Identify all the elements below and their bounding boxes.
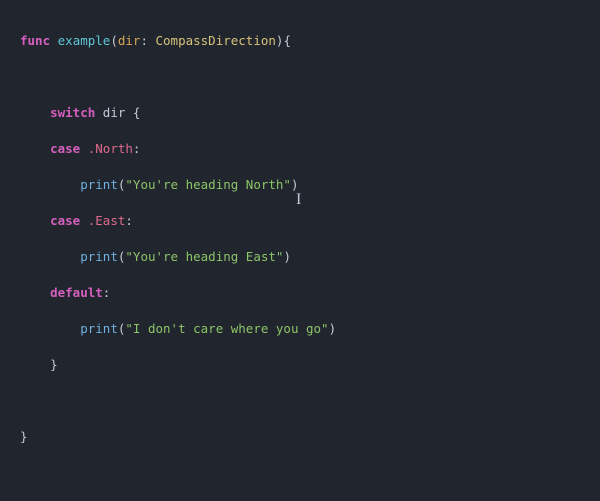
keyword-case: case [50, 213, 80, 228]
indent [20, 357, 50, 372]
code-line: } [20, 428, 600, 446]
brace: { [125, 105, 140, 120]
switch-var: dir [103, 105, 126, 120]
colon: : [103, 285, 111, 300]
function-name: example [58, 33, 111, 48]
param-type: CompassDirection [156, 33, 276, 48]
param-name: dir [118, 33, 141, 48]
code-line: print("You're heading East") [20, 248, 600, 266]
string-literal: "You're heading North" [125, 177, 291, 192]
colon: : [140, 33, 155, 48]
indent [20, 177, 80, 192]
code-line: case .North: [20, 140, 600, 158]
close-paren: ) [291, 177, 299, 192]
print-call: print [80, 321, 118, 336]
text-cursor-icon: I [296, 192, 301, 208]
keyword-default: default [50, 285, 103, 300]
keyword-func: func [20, 33, 50, 48]
print-call: print [80, 249, 118, 264]
code-line: print("I don't care where you go") [20, 320, 600, 338]
open-paren: ( [110, 33, 118, 48]
case-value: .East [80, 213, 125, 228]
indent [20, 105, 50, 120]
indent [20, 213, 50, 228]
close-brace: } [20, 429, 28, 444]
code-editor[interactable]: func example(dir: CompassDirection){ swi… [0, 0, 600, 501]
indent [20, 141, 50, 156]
code-line: default: [20, 284, 600, 302]
close-brace: } [50, 357, 58, 372]
space [50, 33, 58, 48]
indent [20, 321, 80, 336]
close-paren-brace: ){ [276, 33, 291, 48]
keyword-switch: switch [50, 105, 95, 120]
close-paren: ) [329, 321, 337, 336]
keyword-case: case [50, 141, 80, 156]
code-line: } [20, 356, 600, 374]
string-literal: "You're heading East" [125, 249, 283, 264]
close-paren: ) [283, 249, 291, 264]
code-line [20, 68, 600, 86]
code-line [20, 392, 600, 410]
colon: : [125, 213, 133, 228]
indent [20, 249, 80, 264]
space [95, 105, 103, 120]
case-value: .North [80, 141, 133, 156]
code-line: switch dir { [20, 104, 600, 122]
code-line: func example(dir: CompassDirection){ [20, 32, 600, 50]
indent [20, 285, 50, 300]
code-line: print("You're heading North") [20, 176, 600, 194]
code-line: case .East: [20, 212, 600, 230]
colon: : [133, 141, 141, 156]
print-call: print [80, 177, 118, 192]
string-literal: "I don't care where you go" [125, 321, 328, 336]
